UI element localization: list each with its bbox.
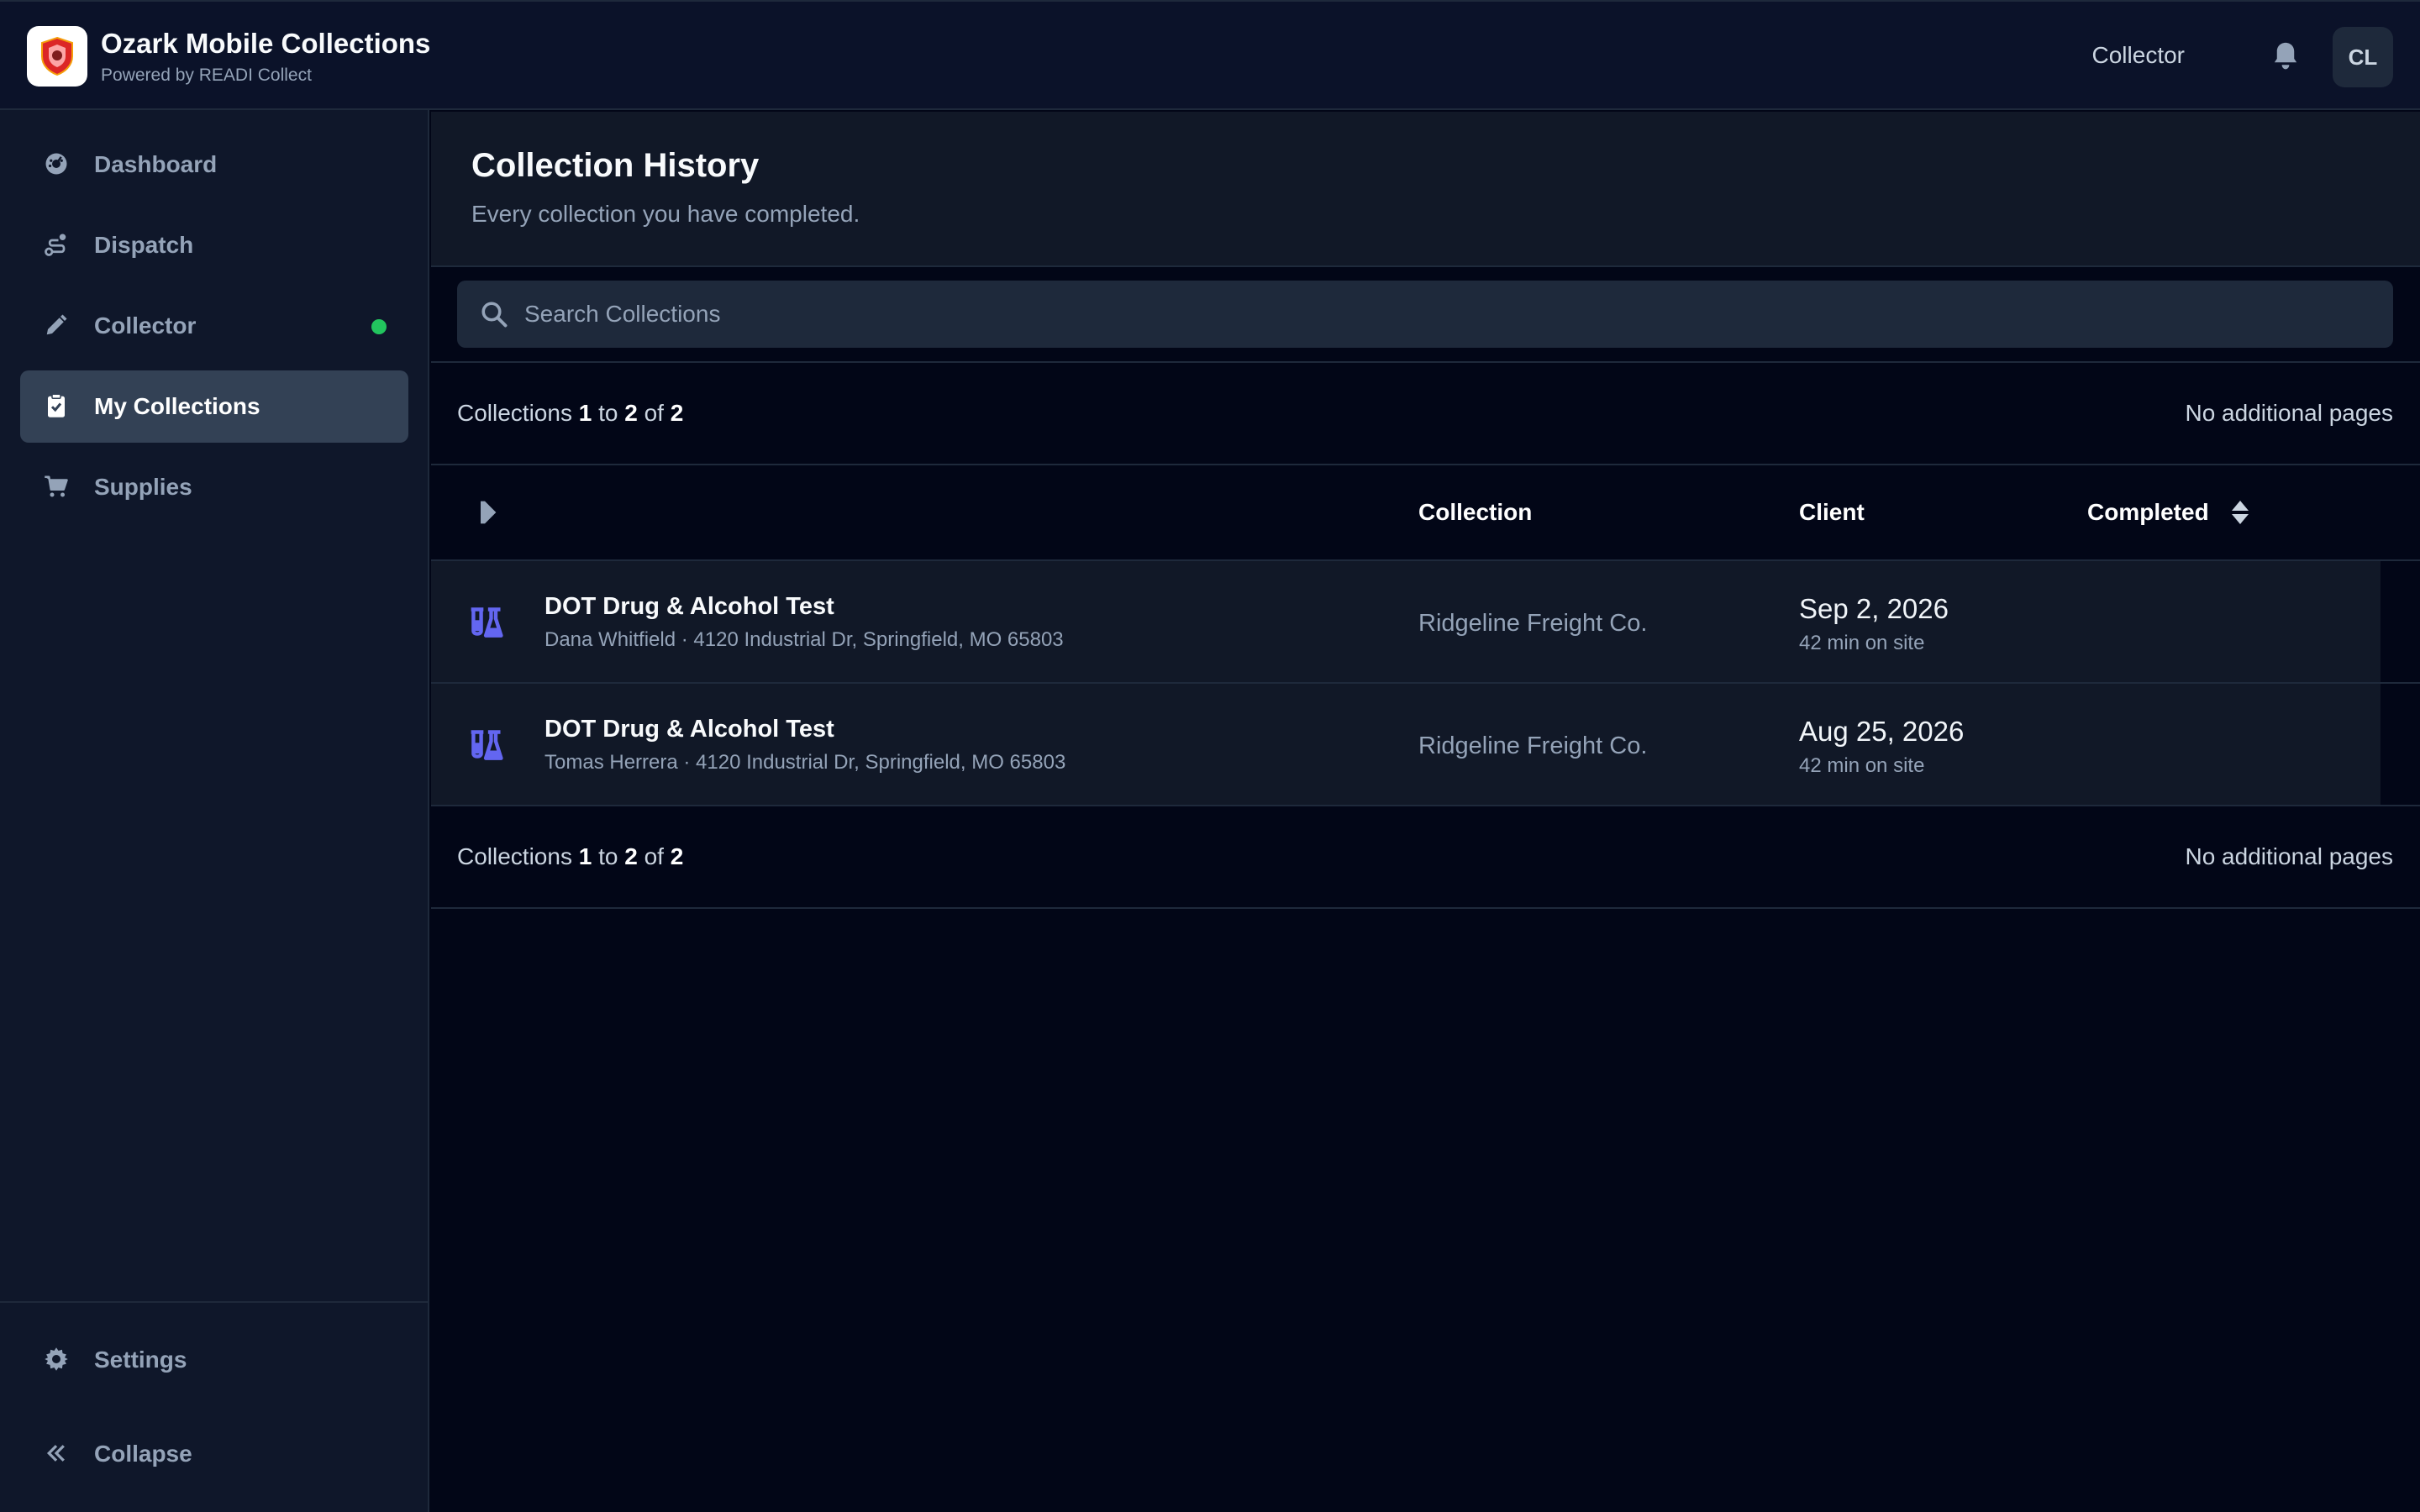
sidebar-item-label: Dashboard [94, 151, 218, 177]
pagination-total: 2 [670, 400, 684, 426]
app-title: Ozark Mobile Collections [101, 28, 431, 59]
sidebar-item-dispatch[interactable]: Dispatch [20, 209, 408, 281]
search-box[interactable] [457, 281, 2393, 348]
client-name: Ridgeline Freight Co. [1418, 610, 1648, 637]
time-on-site: 42 min on site [1799, 632, 1925, 654]
sidebar-item-dashboard[interactable]: Dashboard [20, 129, 408, 201]
sidebar-item-label: Supplies [94, 474, 192, 500]
pagination-to-word: to [598, 400, 618, 426]
table-row[interactable]: DOT Drug & Alcohol Test Tomas Herrera · … [431, 684, 2381, 805]
pagination-from: 1 [578, 400, 592, 426]
lab-test-icon [468, 605, 505, 642]
pagination-to: 2 [624, 400, 638, 426]
clipboard-check-icon [42, 391, 71, 420]
sidebar-item-label: Collector [94, 312, 197, 339]
app-subtitle: Powered by READI Collect [101, 66, 312, 85]
pagination-from: 1 [578, 843, 592, 869]
time-on-site: 42 min on site [1799, 754, 1925, 777]
sidebar-item-label: Settings [94, 1347, 187, 1373]
column-header-completed[interactable]: Completed [2087, 499, 2209, 526]
cart-icon [42, 472, 71, 501]
completed-date: Aug 25, 2026 [1799, 716, 1965, 747]
pen-icon [42, 311, 71, 339]
sort-icon[interactable] [2230, 499, 2250, 526]
sidebar-item-supplies[interactable]: Supplies [20, 451, 408, 523]
page-title: Collection History [471, 147, 760, 184]
role-menu[interactable]: Collector [2092, 42, 2185, 69]
sidebar-divider [0, 1301, 429, 1303]
divider [431, 907, 2420, 909]
route-icon [42, 230, 71, 259]
pagination-note-bottom: No additional pages [2185, 843, 2393, 869]
sidebar-item-my-collections[interactable]: My Collections [20, 370, 408, 443]
sidebar-item-collapse[interactable]: Collapse [20, 1418, 408, 1490]
expand-all-icon[interactable] [481, 498, 497, 527]
pagination-summary-bottom: Collections 1 to 2 of 2 [457, 843, 683, 870]
avatar[interactable]: CL [2333, 27, 2393, 87]
online-status-dot [371, 319, 387, 334]
divider [431, 464, 2420, 465]
sidebar-item-settings[interactable]: Settings [20, 1324, 408, 1396]
sidebar-item-label: My Collections [94, 393, 260, 419]
completed-date: Sep 2, 2026 [1799, 593, 1949, 624]
pagination-note-top: No additional pages [2185, 400, 2393, 426]
column-header-client[interactable]: Client [1799, 499, 1865, 526]
divider [431, 805, 2420, 806]
table-row[interactable]: DOT Drug & Alcohol Test Dana Whitfield ·… [431, 561, 2381, 682]
client-name: Ridgeline Freight Co. [1418, 732, 1648, 759]
brand-logo[interactable] [27, 26, 87, 87]
divider [431, 361, 2420, 363]
pagination-to-word: to [598, 843, 618, 869]
search-input[interactable] [524, 281, 2373, 348]
pagination-prefix: Collections [457, 400, 572, 426]
collection-subtitle: Dana Whitfield · 4120 Industrial Dr, Spr… [544, 628, 1064, 651]
gauge-icon [42, 150, 71, 178]
collection-subtitle: Tomas Herrera · 4120 Industrial Dr, Spri… [544, 751, 1066, 774]
shield-logo-icon [41, 36, 73, 76]
sidebar-item-label: Collapse [94, 1441, 192, 1467]
collection-title: DOT Drug & Alcohol Test [544, 593, 834, 620]
lab-test-icon [468, 727, 505, 764]
gear-icon [42, 1345, 71, 1373]
pagination-to: 2 [624, 843, 638, 869]
pagination-of-word: of [644, 843, 664, 869]
page-header: Collection History Every collection you … [431, 112, 2420, 267]
pagination-total: 2 [670, 843, 684, 869]
column-header-collection[interactable]: Collection [1418, 499, 1532, 526]
double-chevron-left-icon [42, 1439, 71, 1467]
sidebar-item-collector[interactable]: Collector [20, 290, 408, 362]
collection-title: DOT Drug & Alcohol Test [544, 716, 834, 743]
bell-icon[interactable] [2270, 40, 2301, 72]
page-subtitle: Every collection you have completed. [471, 201, 860, 227]
pagination-of-word: of [644, 400, 664, 426]
top-bar: Ozark Mobile Collections Powered by READ… [0, 0, 2420, 110]
sidebar-item-label: Dispatch [94, 232, 194, 258]
pagination-prefix: Collections [457, 843, 572, 869]
search-icon [479, 299, 509, 329]
pagination-summary-top: Collections 1 to 2 of 2 [457, 400, 683, 427]
